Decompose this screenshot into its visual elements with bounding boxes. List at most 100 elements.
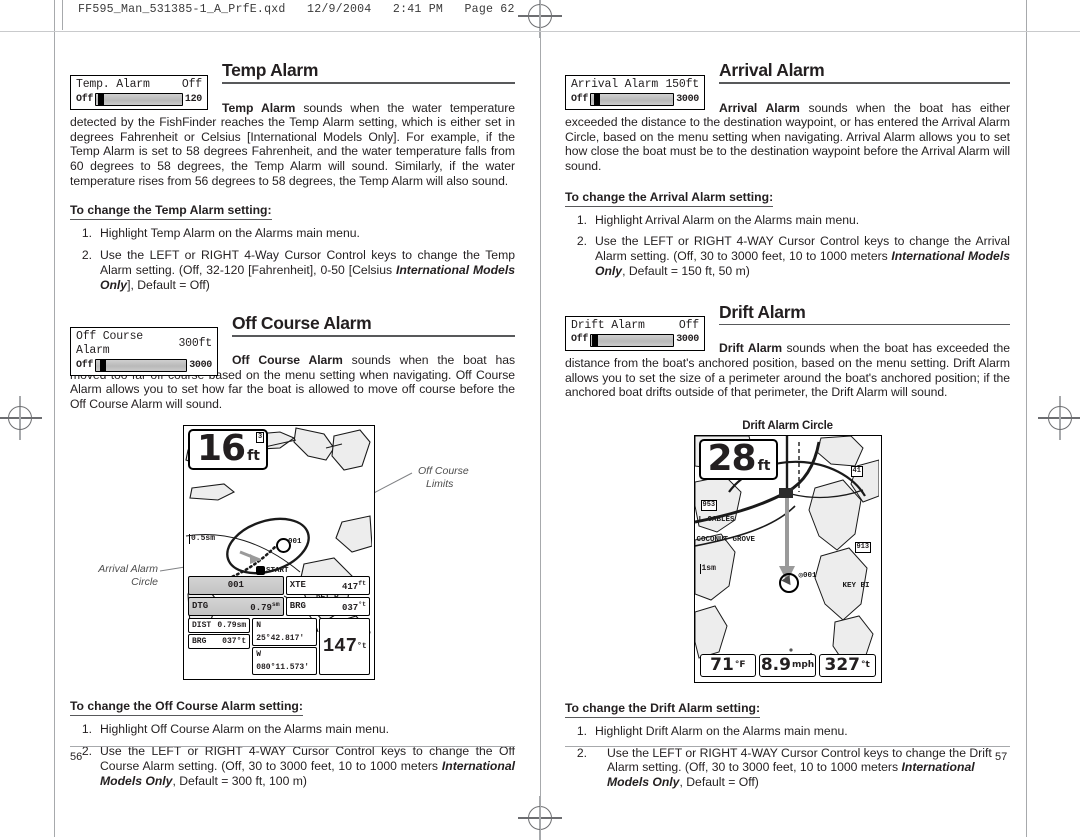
waypoint-label-001: 001 xyxy=(288,538,302,547)
place-label-gables: L GABLES xyxy=(698,515,735,524)
nav-data-bar: 001 XTE 417ft DTG 0.79sm BRG 037°t DIST … xyxy=(188,576,370,676)
howto-heading-arrival-alarm: To change the Arrival Alarm setting: xyxy=(565,190,774,207)
drift-alarm-max-label: 3000 xyxy=(676,334,699,346)
paragraph-arrival-alarm: Arrival Alarm sounds when the boat has e… xyxy=(565,101,1010,174)
lead-drift-alarm: Drift Alarm xyxy=(719,341,783,356)
list-item: 1. Highlight Drift Alarm on the Alarms m… xyxy=(565,724,1010,739)
step-number: 1. xyxy=(576,212,587,227)
steps-drift-alarm: 1. Highlight Drift Alarm on the Alarms m… xyxy=(565,724,1010,790)
off-course-alarm-min-label: Off xyxy=(76,359,94,371)
step-text: Use the LEFT or RIGHT 4-Way Cursor Contr… xyxy=(100,247,515,292)
waypoint-label-001-right: ◎001 xyxy=(798,571,817,580)
road-badge-41: 41 xyxy=(850,465,863,477)
lead-off-course-alarm: Off Course Alarm xyxy=(232,352,343,367)
list-item: 1. Highlight Temp Alarm on the Alarms ma… xyxy=(70,226,515,241)
left-page-column: Temp. Alarm Off Off 120 Temp Alarm Temp … xyxy=(70,60,515,796)
section-temp-alarm: Temp. Alarm Off Off 120 Temp Alarm Temp … xyxy=(70,60,515,292)
start-label: START xyxy=(266,567,289,576)
step-text: Use the LEFT or RIGHT 4-WAY Cursor Contr… xyxy=(607,745,992,790)
registration-mark-left xyxy=(0,396,42,440)
slug-rule xyxy=(62,0,64,30)
arrival-alarm-slider-knob[interactable] xyxy=(593,94,600,105)
off-course-alarm-slider[interactable] xyxy=(95,359,188,373)
drift-alarm-lcd-widget: Drift Alarm Off Off 3000 xyxy=(565,315,705,351)
instructions-off-course-alarm: To change the Off Course Alarm setting: … xyxy=(70,697,515,788)
road-badge-913: 913 xyxy=(854,541,872,553)
arrival-alarm-lcd-widget: Arrival Alarm 150ft Off 3000 xyxy=(565,75,705,110)
drift-alarm-min-label: Off xyxy=(571,334,589,346)
section-drift-alarm: Drift Alarm Off Off 3000 Drift Alarm Dri… xyxy=(565,302,1010,400)
step-text: Use the LEFT or RIGHT 4-WAY Cursor Contr… xyxy=(100,744,515,788)
readout-heading: 327 °t xyxy=(818,653,876,677)
databar-longitude: W 080°11.573' xyxy=(252,647,318,676)
databar-latitude: N 25°42.817' xyxy=(252,618,318,647)
databar-heading: 147 °t xyxy=(319,618,370,676)
howto-heading-temp-alarm: To change the Temp Alarm setting: xyxy=(70,203,272,221)
temp-alarm-slider-knob[interactable] xyxy=(97,94,104,105)
page-number-left: 56 xyxy=(70,751,83,763)
drift-alarm-menu-value: Off xyxy=(678,318,699,332)
screenshot-caption: Drift Alarm Circle xyxy=(742,419,833,432)
depth-value: 16 xyxy=(197,428,246,470)
map-scale-right: 1sm xyxy=(699,563,716,574)
off-course-alarm-menu-label: Off Course Alarm xyxy=(76,330,144,358)
list-item: 2. Use the LEFT or RIGHT 4-WAY Cursor Co… xyxy=(565,234,1010,278)
arrival-alarm-menu-label: Arrival Alarm xyxy=(571,78,659,91)
readout-bar: 71 °F 8.9 mph 327 °t xyxy=(699,653,876,677)
off-course-alarm-max-label: 3000 xyxy=(189,359,212,371)
databar-xte: XTE 417ft xyxy=(285,576,370,596)
readout-speed: 8.9 mph xyxy=(759,653,816,677)
off-course-alarm-slider-knob[interactable] xyxy=(99,360,106,372)
step-text: Highlight Temp Alarm on the Alarms main … xyxy=(100,226,360,241)
trim-line-gutter xyxy=(540,0,542,837)
step-text: Use the LEFT or RIGHT 4-WAY Cursor Contr… xyxy=(595,234,1010,278)
folio-rule-left xyxy=(70,746,515,748)
page-title-drift-alarm: Drift Alarm xyxy=(719,301,806,322)
list-item: 1. Highlight Arrival Alarm on the Alarms… xyxy=(565,213,1010,228)
drift-alarm-slider[interactable] xyxy=(590,333,675,347)
arrival-alarm-slider[interactable] xyxy=(590,93,675,106)
step-number: 1. xyxy=(81,226,92,241)
databar-brg2: BRG 037°t xyxy=(188,634,251,650)
lead-temp-alarm: Temp Alarm xyxy=(222,100,296,115)
arrival-alarm-max-label: 3000 xyxy=(676,93,699,105)
road-badge-953: 953 xyxy=(700,499,718,511)
databar-dtg: DTG 0.79sm xyxy=(188,597,284,617)
temp-alarm-max-label: 120 xyxy=(184,93,202,105)
start-marker xyxy=(256,566,265,576)
corner-badge: 3 xyxy=(256,432,265,444)
step-text: Highlight Arrival Alarm on the Alarms ma… xyxy=(595,212,860,227)
drift-alarm-slider-knob[interactable] xyxy=(591,334,598,346)
paragraph-temp-alarm: Temp Alarm sounds when the water tempera… xyxy=(70,101,515,189)
readout-temperature: 71 °F xyxy=(699,653,757,677)
chart-screenshot-right: ◎001 41 913 953 L GABLES COCONUT GROVE K… xyxy=(693,434,882,683)
folio-rule-right xyxy=(565,746,1010,748)
page-title-arrival-alarm: Arrival Alarm xyxy=(719,60,825,80)
temp-alarm-slider[interactable] xyxy=(95,93,183,106)
drift-alarm-menu-label: Drift Alarm xyxy=(571,318,645,332)
temp-alarm-min-label: Off xyxy=(76,93,94,105)
list-item: 1. Highlight Off Course Alarm on the Ala… xyxy=(70,722,515,737)
list-item: 2. Use the LEFT or RIGHT 4-WAY Cursor Co… xyxy=(565,746,1010,790)
step-number: 1. xyxy=(576,723,587,738)
steps-off-course-alarm: 1. Highlight Off Course Alarm on the Ala… xyxy=(70,722,515,788)
screenshot-off-course: Off Course Limits Arrival Alarm Circle 0… xyxy=(70,425,515,683)
file-slug: FF595_Man_531385-1_A_PrfE.qxd 12/9/2004 … xyxy=(78,3,515,16)
page-number-right: 57 xyxy=(995,751,1008,763)
step-number: 1. xyxy=(81,722,92,737)
lead-arrival-alarm: Arrival Alarm xyxy=(719,100,800,115)
temp-alarm-menu-value: Off xyxy=(181,78,202,91)
arrival-alarm-menu-value: 150ft xyxy=(665,78,699,91)
section-arrival-alarm: Arrival Alarm 150ft Off 3000 Arrival Ala… xyxy=(565,60,1010,279)
chart-screenshot-left: 001 START KEY B 16 ft 3 0.5sm 001 XTE 41… xyxy=(183,425,375,681)
step-number: 2. xyxy=(576,745,587,760)
page-title-temp-alarm: Temp Alarm xyxy=(222,60,319,80)
depth-readout-right: 28 ft xyxy=(698,438,779,480)
temp-alarm-lcd-widget: Temp. Alarm Off Off 120 xyxy=(70,75,208,110)
step-text: Highlight Drift Alarm on the Alarms main… xyxy=(595,723,848,738)
page-title-off-course-alarm: Off Course Alarm xyxy=(232,313,372,334)
screenshot-drift-alarm: Drift Alarm Circle ◎001 41 913 953 L GAB… xyxy=(565,420,1010,683)
right-page-column: Arrival Alarm 150ft Off 3000 Arrival Ala… xyxy=(565,60,1010,797)
place-label-coconut-grove: COCONUT GROVE xyxy=(696,535,756,544)
list-item: 2. Use the LEFT or RIGHT 4-Way Cursor Co… xyxy=(70,248,515,292)
